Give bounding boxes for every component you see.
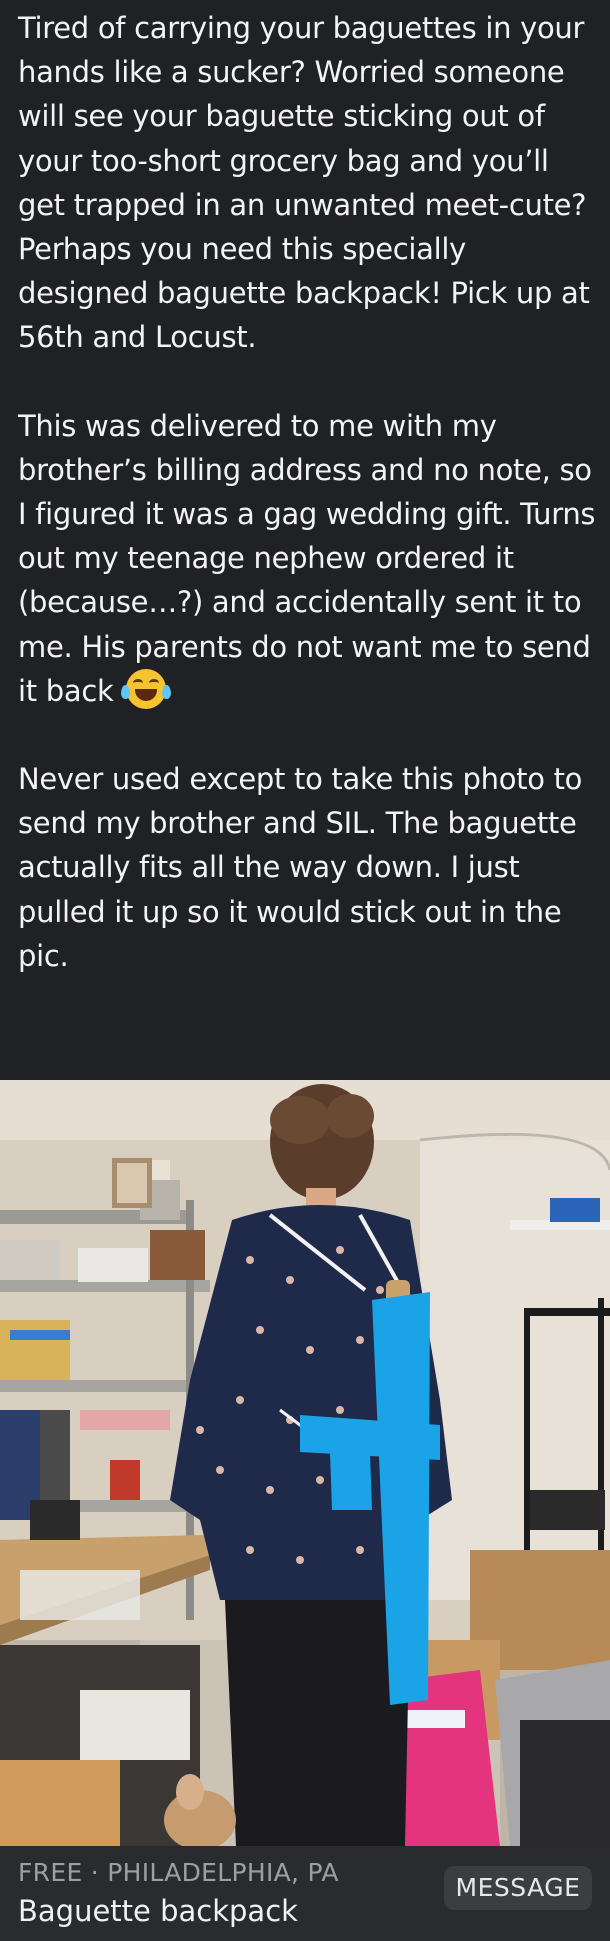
- post-paragraph: Tired of carrying your baguettes in your…: [18, 11, 590, 355]
- post-paragraph: Never used except to take this photo to …: [18, 762, 583, 973]
- listing-meta: FREE · PHILADELPHIA, PA: [18, 1858, 339, 1887]
- listing-photo-illustration: [0, 1080, 610, 1846]
- post-description: Tired of carrying your baguettes in your…: [18, 6, 602, 978]
- post-paragraph-text: This was delivered to me with my brother…: [18, 408, 596, 708]
- listing-title[interactable]: Baguette backpack: [18, 1894, 298, 1928]
- listing-photo[interactable]: [0, 1080, 610, 1846]
- face-with-tears-of-joy-icon: [121, 668, 172, 709]
- message-button[interactable]: MESSAGE: [444, 1866, 592, 1910]
- post-paragraph: This was delivered to me with my brother…: [18, 404, 602, 713]
- listing-footer: FREE · PHILADELPHIA, PA Baguette backpac…: [0, 1846, 610, 1941]
